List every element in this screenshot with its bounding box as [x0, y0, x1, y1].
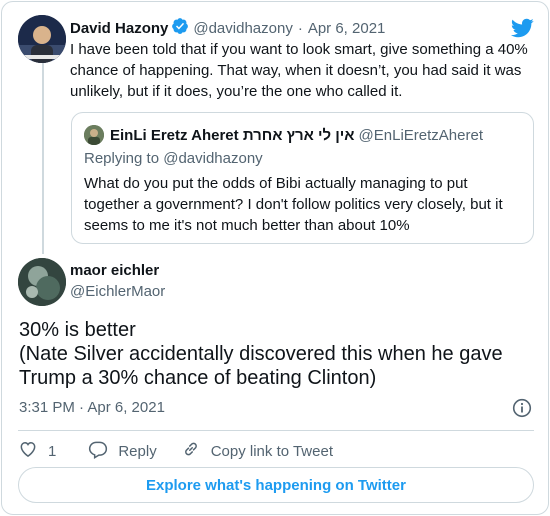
- quoted-author-avatar[interactable]: [84, 125, 104, 145]
- reply-text-line-1: 30% is better: [19, 319, 136, 341]
- author-handle[interactable]: @davidhazony: [193, 20, 292, 37]
- link-icon: [181, 439, 211, 463]
- explore-label: Explore what's happening on Twitter: [146, 476, 406, 494]
- quoted-tweet[interactable]: EinLi Eretz Aheret אין לי ארץ אחרת @EnLi…: [71, 112, 534, 244]
- copy-link-label: Copy link to Tweet: [210, 442, 333, 460]
- tweet-text: I have been told that if you want to loo…: [70, 41, 528, 100]
- copy-link-button[interactable]: Copy link to Tweet: [181, 439, 333, 463]
- like-count: 1: [48, 442, 57, 460]
- tweet-header: David Hazony @davidhazony · Apr 6, 2021: [70, 17, 385, 40]
- action-bar: 1 Reply Copy link to Tweet: [18, 439, 333, 463]
- separator-dot: ·: [297, 20, 303, 37]
- reply-author-handle[interactable]: @EichlerMaor: [70, 283, 165, 300]
- info-icon[interactable]: [512, 398, 532, 423]
- thread-line: [42, 62, 44, 254]
- reply-label: Reply: [118, 442, 157, 460]
- reply-button[interactable]: Reply: [88, 439, 157, 463]
- reply-text-line-2: (Nate Silver accidentally discovered thi…: [19, 343, 503, 389]
- avatar-maor-eichler[interactable]: [18, 258, 66, 306]
- reply-author-name[interactable]: maor eichler: [70, 262, 159, 279]
- reply-bubble-icon: [88, 439, 118, 463]
- like-button[interactable]: 1: [18, 439, 56, 463]
- explore-twitter-button[interactable]: Explore what's happening on Twitter: [18, 467, 534, 503]
- quoted-author-handle[interactable]: @EnLiEretzAheret: [359, 127, 483, 144]
- tweet-date[interactable]: Apr 6, 2021: [308, 20, 386, 37]
- quoted-author-name[interactable]: EinLi Eretz Aheret אין לי ארץ אחרת: [110, 127, 355, 144]
- quoted-tweet-text: What do you put the odds of Bibi actuall…: [84, 175, 503, 234]
- reply-timestamp[interactable]: 3:31 PM · Apr 6, 2021: [19, 399, 165, 416]
- author-name[interactable]: David Hazony: [70, 20, 168, 37]
- tweet-embed-card: David Hazony @davidhazony · Apr 6, 2021 …: [1, 1, 549, 515]
- quoted-tweet-header: EinLi Eretz Aheret אין לי ארץ אחרת @EnLi…: [84, 125, 483, 145]
- actions-divider: [18, 430, 534, 431]
- heart-icon: [18, 439, 48, 463]
- reply-tweet-text: 30% is better (Nate Silver accidentally …: [19, 318, 539, 390]
- replying-to-text: Replying to @davidhazony: [84, 150, 263, 167]
- avatar-david-hazony[interactable]: [18, 15, 66, 63]
- verified-badge-icon: [171, 17, 189, 40]
